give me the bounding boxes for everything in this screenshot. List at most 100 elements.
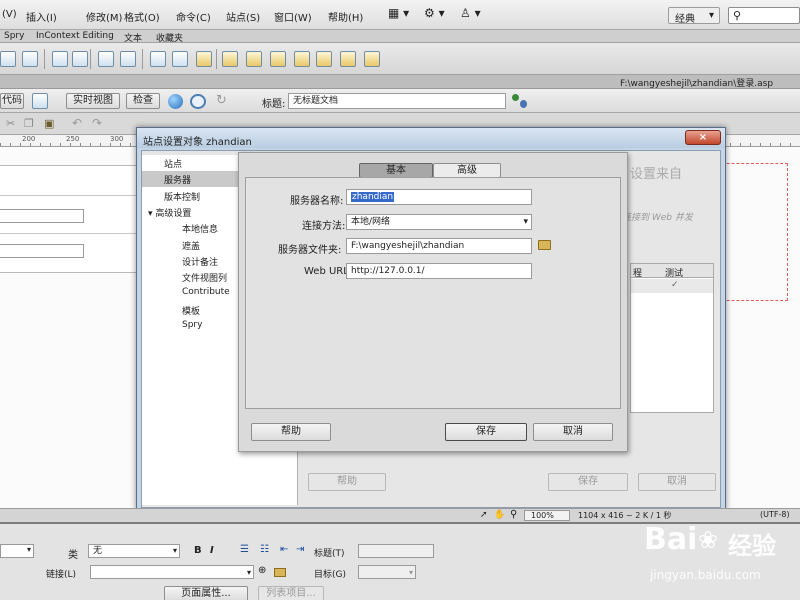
bold-button[interactable]: B — [194, 545, 202, 556]
target-select[interactable]: ▾ — [358, 565, 416, 579]
live-view-button[interactable]: 实时视图 — [66, 93, 120, 109]
connect-method-select[interactable]: 本地/网络 ▾ — [346, 214, 532, 230]
password-textfield[interactable] — [0, 244, 84, 258]
zoom-value: 100% — [531, 511, 554, 520]
background-help-button: 帮助 — [308, 473, 386, 491]
toolbar-separator — [216, 49, 217, 69]
insert-tab[interactable]: Spry — [4, 31, 24, 41]
dialog-close-button[interactable]: × — [685, 130, 721, 145]
toolbar-separator — [44, 49, 45, 69]
cancel-button[interactable]: 取消 — [533, 423, 613, 441]
menu-item[interactable]: (V) — [2, 9, 17, 20]
code-view-button[interactable]: 代码 — [0, 93, 24, 109]
refresh-icon[interactable]: ↻ — [216, 93, 227, 108]
ruler-tick: 300 — [110, 135, 124, 143]
insert-div-icon[interactable] — [0, 51, 16, 67]
tab-advanced[interactable]: 高级 — [433, 163, 501, 178]
menu-item[interactable]: 格式(O) — [124, 9, 160, 24]
undo-icon[interactable]: ↶ — [72, 116, 82, 130]
browse-folder-icon[interactable] — [274, 568, 286, 577]
web-url-input[interactable]: http://127.0.0.1/ — [346, 263, 532, 279]
connect-method-label: 连接方法: — [302, 221, 346, 232]
insert-list-icon[interactable] — [246, 51, 262, 67]
menu-item[interactable]: 修改(M) — [86, 9, 122, 24]
file-management-icon[interactable] — [512, 94, 528, 109]
insert-radio-icon[interactable] — [222, 51, 238, 67]
link-input[interactable]: ▾ — [90, 565, 254, 579]
dialog-titlebar: 站点设置对象 zhandian × — [137, 128, 725, 148]
point-to-file-icon[interactable]: ⊕ — [258, 565, 266, 576]
inspect-button[interactable]: 检查 — [126, 93, 160, 109]
paste-icon[interactable]: ▣ — [44, 117, 54, 130]
preview-icon[interactable] — [190, 94, 206, 109]
help-search-input[interactable]: ⚲ — [728, 7, 800, 24]
menu-item[interactable]: 插入(I) — [26, 9, 57, 24]
server-name-label: 服务器名称: — [290, 196, 344, 207]
insert-button-icon[interactable] — [364, 51, 380, 67]
insert-table-icon[interactable] — [52, 51, 68, 67]
watermark: Bai ❀ 经验 jingyan.baidu.com — [644, 520, 800, 600]
help-label: 帮助 — [281, 426, 301, 437]
menu-item[interactable]: 命令(C) — [176, 9, 211, 24]
italic-button[interactable]: I — [210, 545, 214, 556]
list-item-button: 列表项目... — [258, 586, 324, 600]
insert-tab[interactable]: InContext Editing — [36, 31, 114, 41]
insert-image-icon[interactable] — [72, 51, 88, 67]
username-textfield[interactable] — [0, 209, 84, 223]
zoom-select[interactable]: 100% — [524, 510, 570, 521]
save-button[interactable]: 保存 — [445, 423, 527, 441]
select-tool-icon[interactable]: ➚ — [480, 510, 488, 520]
document-title-input[interactable]: 无标题文档 — [288, 93, 506, 109]
insert-form-icon[interactable] — [98, 51, 114, 67]
copy-icon[interactable]: ❐ — [24, 117, 34, 130]
server-name-input[interactable]: zhandian — [346, 189, 532, 205]
menu-item[interactable]: 站点(S) — [226, 9, 260, 24]
globe-icon[interactable] — [168, 94, 183, 109]
menu-item[interactable]: 窗口(W) — [274, 9, 312, 24]
insert-label-icon[interactable] — [316, 51, 332, 67]
insert-image-button-icon[interactable] — [150, 51, 166, 67]
ordered-list-icon[interactable]: ☷ — [260, 544, 269, 555]
layout-icon[interactable]: ▦ ▾ — [388, 6, 409, 20]
chevron-down-icon: ▾ — [709, 10, 715, 21]
unordered-list-icon[interactable]: ☰ — [240, 544, 249, 555]
toolbar-separator — [142, 49, 143, 69]
insert-checkbox-icon[interactable] — [196, 51, 212, 67]
zoom-tool-icon[interactable]: ⚲ — [510, 509, 517, 520]
insert-frame-icon[interactable] — [172, 51, 188, 67]
insert-field-icon[interactable] — [120, 51, 136, 67]
user-icon[interactable]: ♙ ▾ — [460, 6, 481, 20]
outdent-icon[interactable]: ⇤ — [280, 544, 288, 555]
chevron-down-icon: ▾ — [408, 568, 413, 577]
insert-layer-icon[interactable] — [22, 51, 38, 67]
heading-label: 标题(T) — [314, 549, 345, 559]
search-icon: ⚲ — [733, 9, 742, 22]
layout-switcher[interactable]: 经典 ▾ — [668, 7, 720, 25]
menu-item[interactable]: 帮助(H) — [328, 9, 363, 24]
format-select[interactable]: ▾ — [0, 544, 34, 558]
class-select[interactable]: 无 ▾ — [88, 544, 180, 558]
scissors-icon[interactable]: ✂ — [6, 117, 15, 130]
background-help-label: 帮助 — [337, 476, 357, 487]
gear-icon[interactable]: ⚙ ▾ — [424, 6, 445, 20]
folder-icon[interactable] — [538, 240, 551, 250]
heading-input[interactable] — [358, 544, 434, 558]
chevron-down-icon: ▾ — [26, 545, 31, 554]
help-button[interactable]: 帮助 — [251, 423, 331, 441]
insert-fieldset-icon[interactable] — [340, 51, 356, 67]
hand-tool-icon[interactable]: ✋ — [494, 510, 505, 520]
insert-checkbox-group-icon[interactable] — [294, 51, 310, 67]
indent-icon[interactable]: ⇥ — [296, 544, 304, 555]
split-view-icon[interactable] — [32, 93, 48, 109]
server-row[interactable]: ✓ — [631, 279, 713, 293]
page-properties-label: 页面属性... — [181, 588, 231, 599]
server-folder-input[interactable]: F:\wangyeshejil\zhandian — [346, 238, 532, 254]
inspect-label: 检查 — [133, 95, 153, 106]
page-properties-button[interactable]: 页面属性... — [164, 586, 248, 600]
insert-textarea-icon[interactable] — [270, 51, 286, 67]
redo-icon[interactable]: ↷ — [92, 116, 102, 130]
tab-basic[interactable]: 基本 — [359, 163, 433, 178]
category-label: Contribute — [182, 287, 230, 298]
document-toolbar: 代码 实时视图 检查 ↻ 标题: 无标题文档 — [0, 89, 800, 113]
background-cancel-button: 取消 — [638, 473, 716, 491]
